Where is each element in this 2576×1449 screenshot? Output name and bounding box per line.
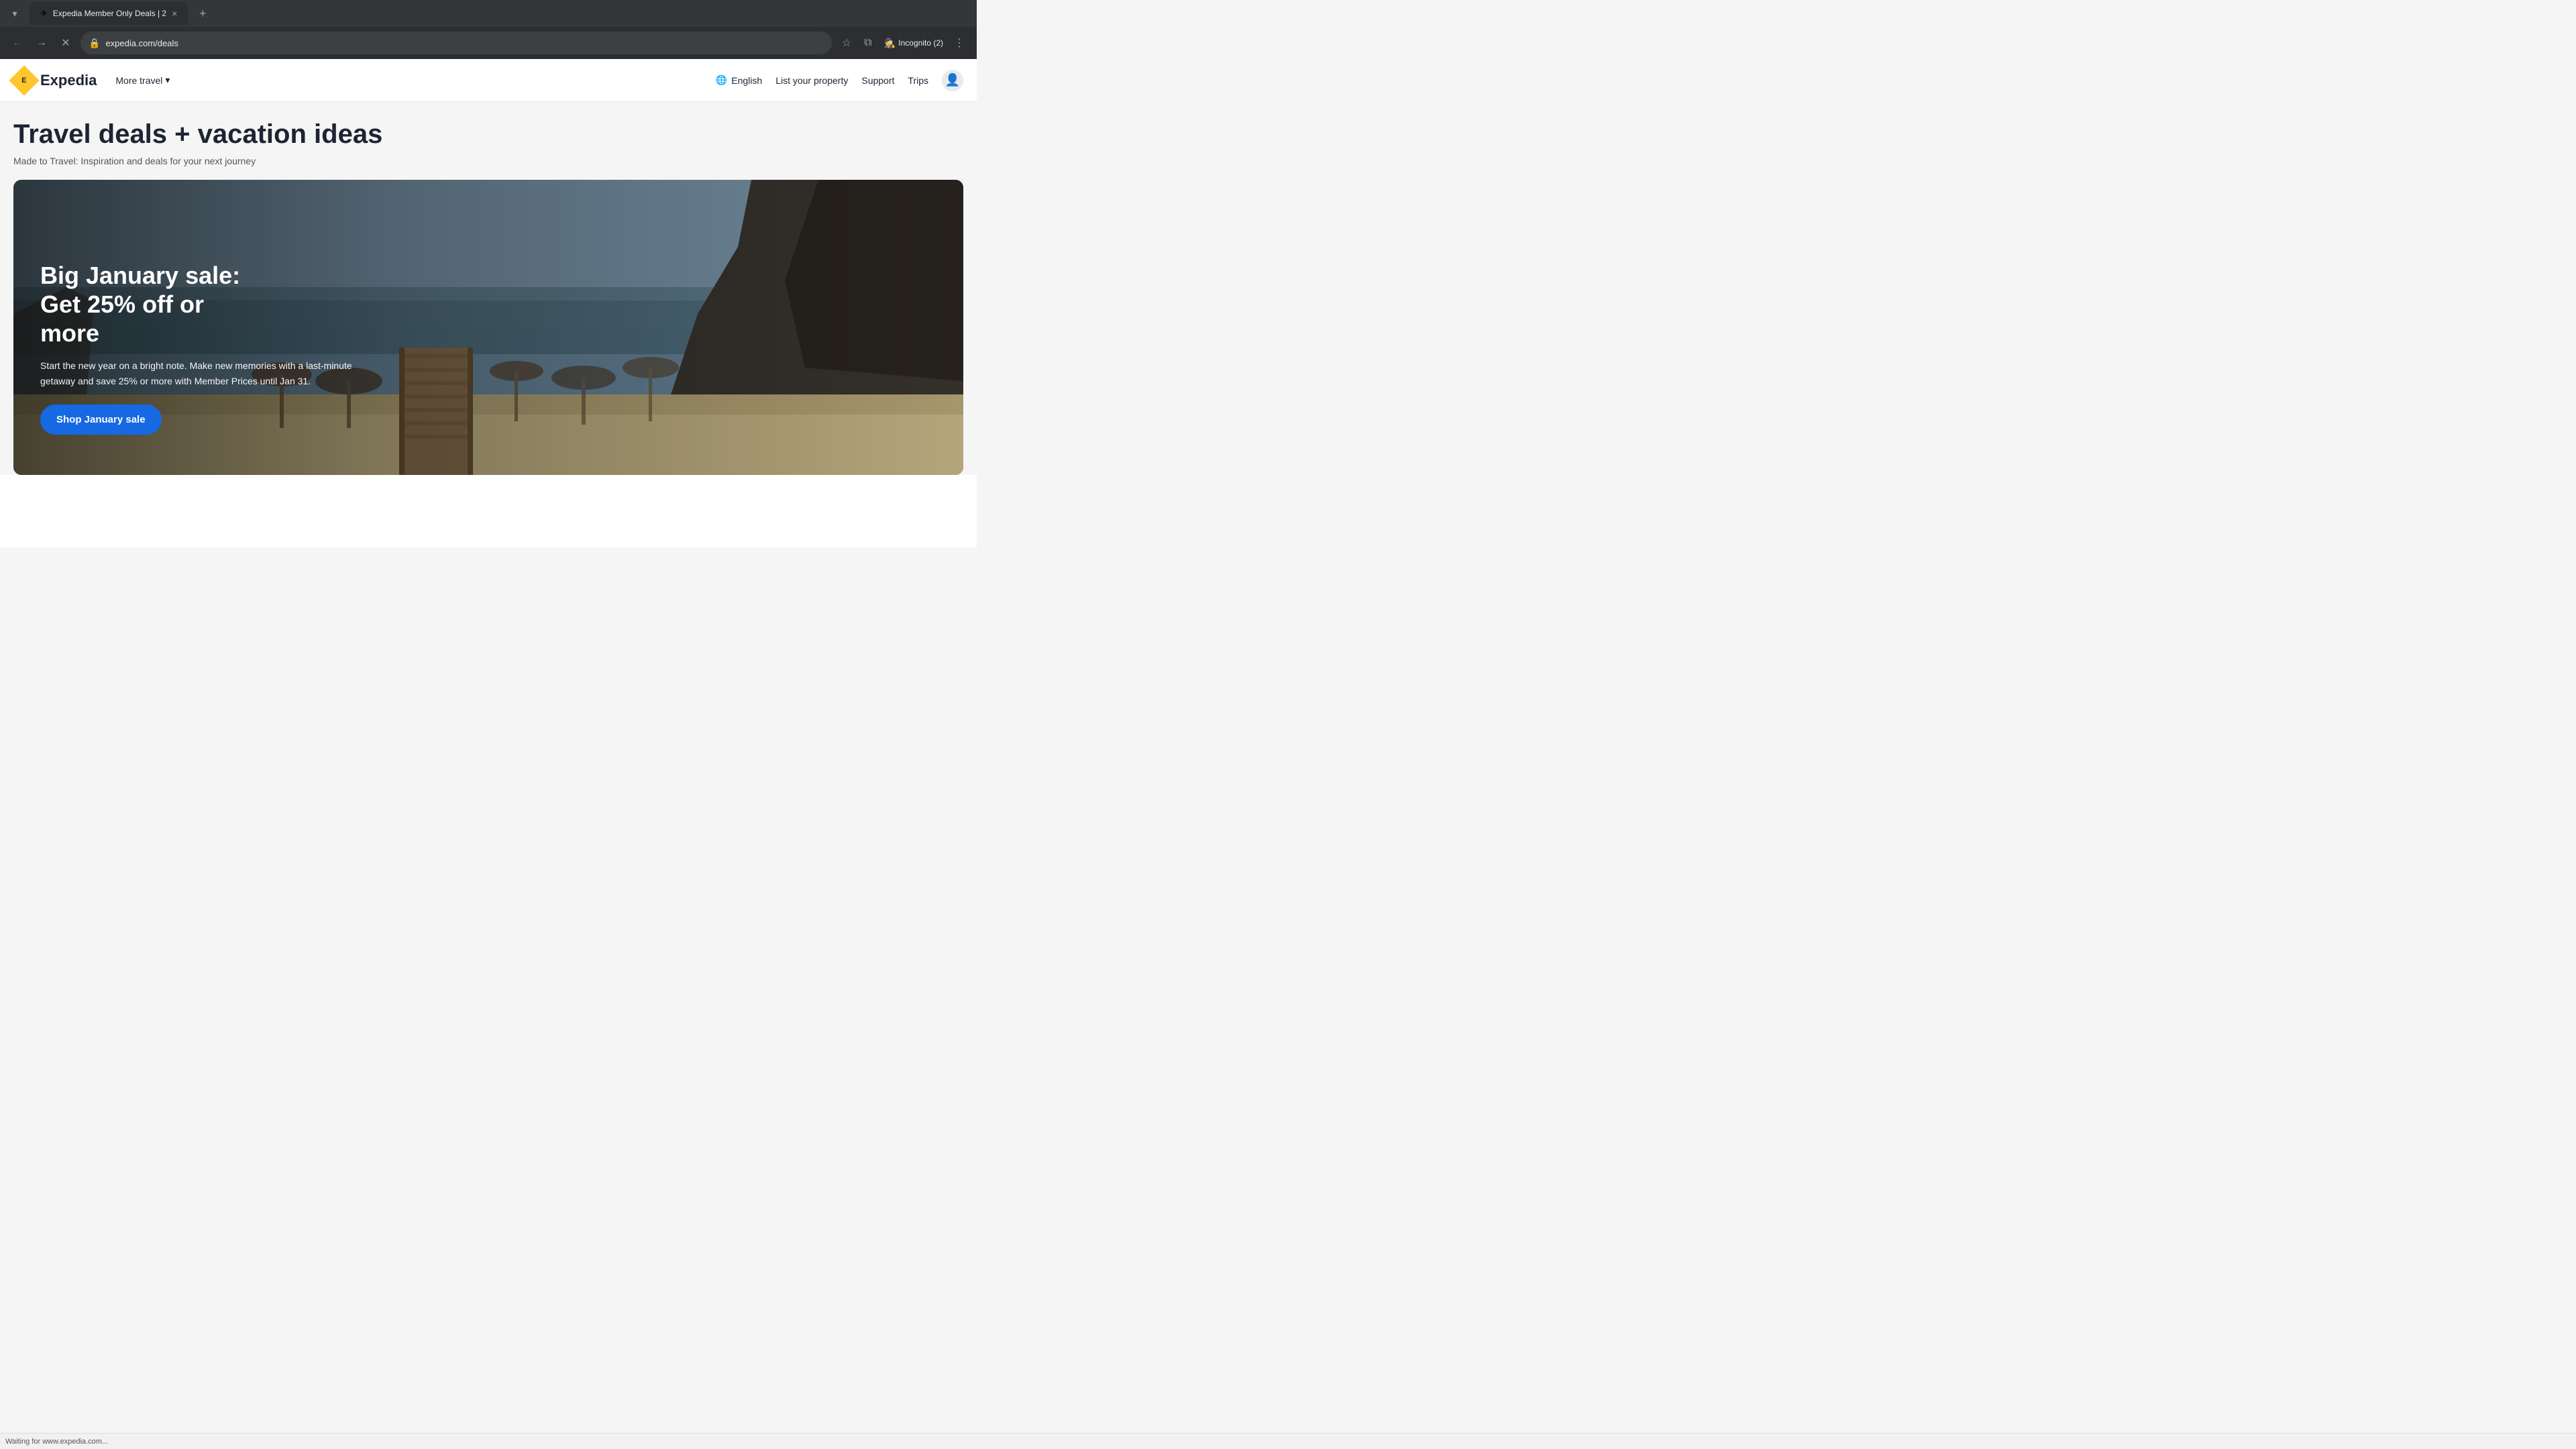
hero-content: Big January sale:Get 25% off ormore Star…	[40, 261, 362, 435]
url-bar[interactable]: 🔒 expedia.com/deals	[80, 32, 832, 54]
more-travel-chevron-icon: ▾	[165, 74, 170, 86]
split-screen-button[interactable]: ⧉	[859, 34, 877, 52]
shop-january-sale-button[interactable]: Shop January sale	[40, 405, 162, 435]
reload-button[interactable]: ✕	[56, 34, 75, 52]
new-tab-button[interactable]: +	[193, 4, 212, 23]
incognito-label: Incognito (2)	[898, 38, 943, 48]
language-button[interactable]: 🌐 English	[716, 74, 762, 86]
support-label: Support	[861, 75, 894, 86]
webpage: E Expedia More travel ▾ 🌐 English List y…	[0, 59, 977, 547]
browser-menu-button[interactable]: ⋮	[950, 34, 969, 52]
url-security-icon: 🔒	[89, 38, 100, 49]
list-property-link[interactable]: List your property	[775, 75, 848, 86]
incognito-button[interactable]: 🕵 Incognito (2)	[880, 34, 947, 52]
logo-name: Expedia	[40, 72, 97, 89]
back-button[interactable]: ←	[8, 34, 27, 52]
globe-icon: 🌐	[716, 74, 727, 86]
tab-group-button[interactable]: ▾	[5, 4, 24, 23]
hero-description: Start the new year on a bright note. Mak…	[40, 358, 362, 388]
forward-icon: →	[36, 37, 47, 49]
address-bar: ← → ✕ 🔒 expedia.com/deals ☆ ⧉ 🕵 Incognit…	[0, 27, 977, 59]
forward-button[interactable]: →	[32, 34, 51, 52]
bookmark-icon: ☆	[842, 36, 851, 50]
site-header: E Expedia More travel ▾ 🌐 English List y…	[0, 59, 977, 102]
back-icon: ←	[12, 37, 23, 49]
main-content: Travel deals + vacation ideas Made to Tr…	[0, 102, 977, 475]
header-left: E Expedia More travel ▾	[13, 69, 172, 91]
trips-label: Trips	[908, 75, 928, 86]
tab-close-button[interactable]: ×	[172, 8, 177, 19]
language-label: English	[731, 75, 762, 86]
split-icon: ⧉	[864, 37, 871, 49]
list-property-label: List your property	[775, 75, 848, 86]
url-text: expedia.com/deals	[105, 38, 823, 48]
tab-title: Expedia Member Only Deals | 2	[53, 9, 166, 18]
page-title: Travel deals + vacation ideas	[13, 118, 963, 150]
browser-frame: ▾ ✈ Expedia Member Only Deals | 2 × + ← …	[0, 0, 977, 547]
browser-menu-icon: ⋮	[954, 36, 965, 50]
user-icon: 👤	[945, 73, 960, 87]
logo-diamond-text: E	[21, 76, 26, 85]
tab-group-icon: ▾	[12, 8, 17, 19]
hero-title: Big January sale:Get 25% off ormore	[40, 261, 362, 348]
header-right: 🌐 English List your property Support Tri…	[716, 70, 963, 91]
incognito-icon: 🕵	[884, 38, 896, 49]
active-tab[interactable]: ✈ Expedia Member Only Deals | 2 ×	[30, 2, 188, 25]
more-travel-label: More travel	[115, 75, 162, 86]
expedia-logo[interactable]: E Expedia	[13, 70, 97, 91]
user-account-button[interactable]: 👤	[942, 70, 963, 91]
hero-banner: Big January sale:Get 25% off ormore Star…	[13, 180, 963, 475]
support-link[interactable]: Support	[861, 75, 894, 86]
bookmark-button[interactable]: ☆	[837, 34, 856, 52]
more-travel-button[interactable]: More travel ▾	[113, 69, 172, 91]
page-subtitle: Made to Travel: Inspiration and deals fo…	[13, 156, 963, 166]
address-bar-actions: ☆ ⧉ 🕵 Incognito (2) ⋮	[837, 34, 969, 52]
reload-icon: ✕	[61, 36, 70, 50]
tab-favicon: ✈	[40, 8, 48, 19]
trips-link[interactable]: Trips	[908, 75, 928, 86]
